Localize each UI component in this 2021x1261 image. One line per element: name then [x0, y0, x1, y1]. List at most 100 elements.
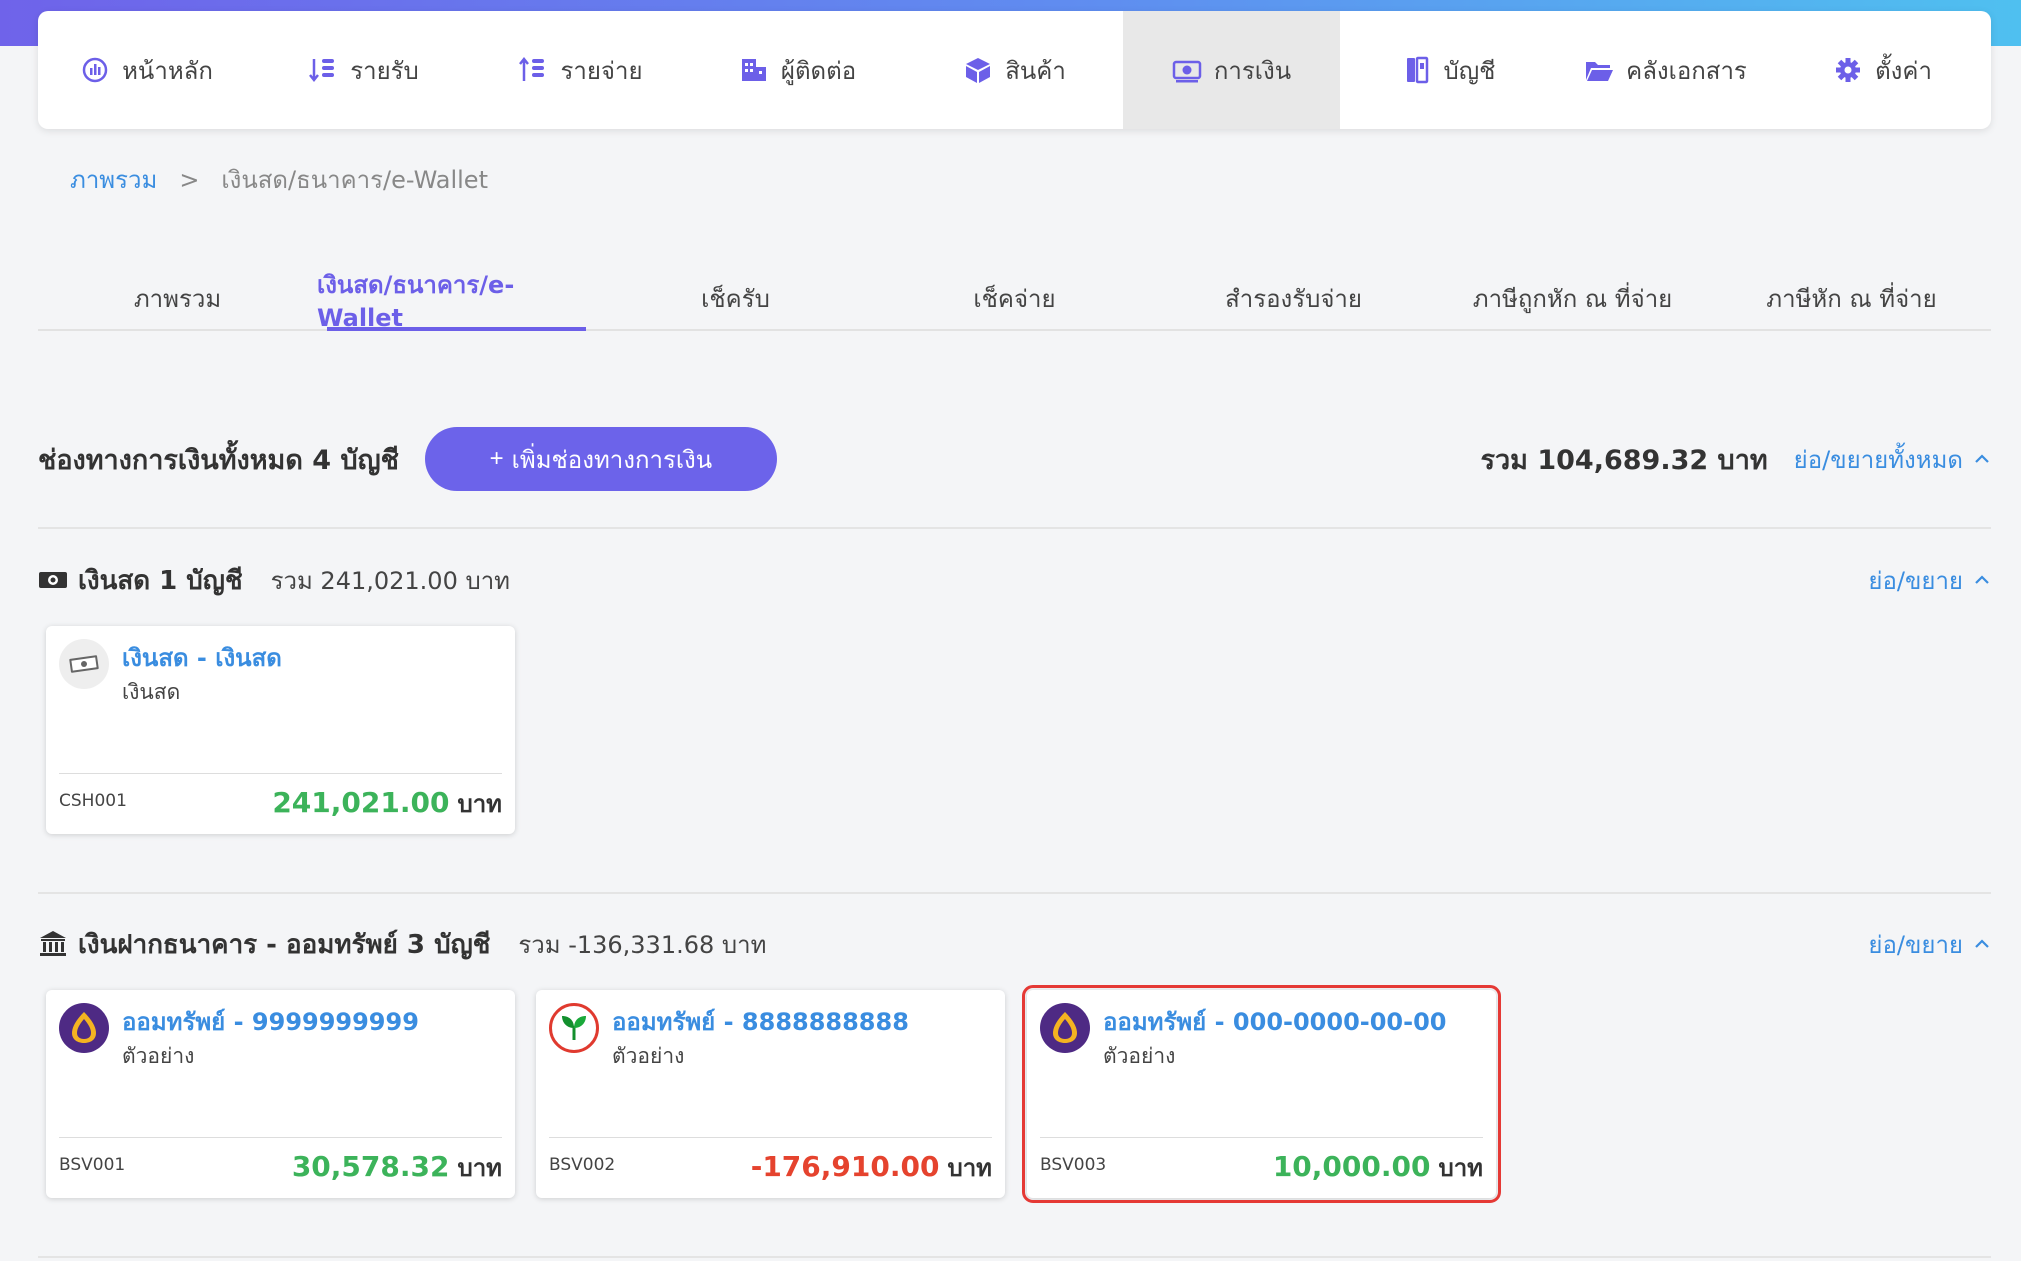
account-name: เงินสด - เงินสด	[122, 644, 282, 672]
kbank-logo	[549, 1003, 599, 1053]
tab-petty-cash[interactable]: สำรองรับจ่าย	[1154, 268, 1433, 329]
tab-tax-withheld-paid[interactable]: ภาษีหัก ณ ที่จ่าย	[1712, 268, 1991, 329]
chevron-up-icon	[1975, 454, 1989, 463]
nav-label: ตั้งค่า	[1875, 56, 1932, 85]
bank-section-toggle[interactable]: ย่อ/ขยาย	[1868, 925, 1991, 964]
account-card-bsv002[interactable]: ออมทรัพย์ - 8888888888 ตัวอย่าง BSV002 -…	[536, 990, 1005, 1198]
nav-label: หน้าหลัก	[122, 56, 213, 85]
account-code: CSH001	[59, 791, 127, 811]
account-balance: -176,910.00 บาท	[751, 1148, 992, 1187]
card-divider	[1040, 1137, 1483, 1138]
tab-overview[interactable]: ภาพรวม	[38, 268, 317, 329]
tab-cheque-paid[interactable]: เช็คจ่าย	[875, 268, 1154, 329]
nav-item-expense[interactable]: รายจ่าย	[472, 11, 689, 129]
main-navbar: หน้าหลัก รายรับ รายจ่าย ผู้ติดต่อ สินค้า…	[38, 11, 1991, 129]
nav-item-products[interactable]: สินค้า	[906, 11, 1123, 129]
account-subtitle: เงินสด	[122, 680, 181, 704]
account-code: BSV001	[59, 1155, 126, 1175]
cash-section-toggle[interactable]: ย่อ/ขยาย	[1868, 561, 1991, 600]
tab-cheque-received[interactable]: เช็ครับ	[596, 268, 875, 329]
chevron-up-icon	[1975, 939, 1989, 948]
account-subtitle: ตัวอย่าง	[612, 1044, 685, 1068]
breadcrumb-separator: >	[179, 165, 200, 194]
account-card-bsv001[interactable]: ออมทรัพย์ - 9999999999 ตัวอย่าง BSV001 3…	[46, 990, 515, 1198]
nav-item-home[interactable]: หน้าหลัก	[38, 11, 255, 129]
currency-unit: บาท	[947, 1154, 992, 1182]
income-icon	[308, 55, 338, 85]
balance-value: 30,578.32	[291, 1150, 450, 1183]
summary-total: รวม 104,689.32 บาท	[1480, 444, 1768, 476]
account-code: BSV002	[549, 1155, 616, 1175]
summary-title: ช่องทางการเงินทั้งหมด 4 บัญชี	[38, 444, 399, 476]
nav-item-accounting[interactable]: บัญชี	[1340, 11, 1557, 129]
nav-label: ผู้ติดต่อ	[780, 56, 857, 85]
account-name: ออมทรัพย์ - 9999999999	[122, 1008, 419, 1036]
collapse-all-label: ย่อ/ขยายทั้งหมด	[1793, 445, 1963, 474]
cash-section-sum: รวม 241,021.00 บาท	[270, 566, 510, 595]
nav-item-documents[interactable]: คลังเอกสาร	[1557, 11, 1774, 129]
nav-item-income[interactable]: รายรับ	[255, 11, 472, 129]
cash-section-header: เงินสด 1 บัญชี รวม 241,021.00 บาท ย่อ/ขย…	[38, 558, 1991, 602]
add-payment-channel-button[interactable]: + เพิ่มช่องทางการเงิน	[424, 427, 777, 491]
balance-value: 10,000.00	[1272, 1150, 1431, 1183]
nav-label: คลังเอกสาร	[1626, 56, 1747, 85]
account-balance: 241,021.00 บาท	[272, 784, 502, 823]
balance-value: 241,021.00	[272, 786, 450, 819]
breadcrumb-current: เงินสด/ธนาคาร/e-Wallet	[221, 166, 488, 194]
account-card-cash[interactable]: เงินสด - เงินสด เงินสด CSH001 241,021.00…	[46, 626, 515, 834]
nav-label: รายจ่าย	[560, 56, 643, 85]
account-name: ออมทรัพย์ - 8888888888	[612, 1008, 909, 1036]
toggle-label: ย่อ/ขยาย	[1868, 566, 1963, 595]
nav-label: บัญชี	[1443, 56, 1496, 85]
cash-icon	[39, 572, 67, 588]
card-divider	[549, 1137, 992, 1138]
currency-unit: บาท	[457, 790, 502, 818]
tab-tax-withheld-received[interactable]: ภาษีถูกหัก ณ ที่จ่าย	[1433, 268, 1712, 329]
folder-icon	[1584, 55, 1614, 85]
nav-label: รายรับ	[350, 56, 419, 85]
chevron-up-icon	[1975, 575, 1989, 584]
nav-item-contacts[interactable]: ผู้ติดต่อ	[689, 11, 906, 129]
cash-section-title: เงินสด 1 บัญชี	[78, 565, 243, 596]
currency-unit: บาท	[1438, 1154, 1483, 1182]
card-divider	[59, 773, 502, 774]
contacts-icon	[739, 55, 769, 85]
toggle-label: ย่อ/ขยาย	[1868, 930, 1963, 959]
nav-label: สินค้า	[1005, 56, 1066, 85]
breadcrumb-root-link[interactable]: ภาพรวม	[70, 160, 157, 199]
balance-value: -176,910.00	[750, 1150, 940, 1183]
account-subtitle: ตัวอย่าง	[1103, 1044, 1176, 1068]
nav-item-finance[interactable]: การเงิน	[1123, 11, 1340, 129]
bank-section-sum: รวม -136,331.68 บาท	[518, 930, 767, 959]
ledger-icon	[1402, 55, 1432, 85]
currency-unit: บาท	[457, 1154, 502, 1182]
account-name: ออมทรัพย์ - 000-0000-00-00	[1103, 1008, 1447, 1036]
nav-item-settings[interactable]: ตั้งค่า	[1774, 11, 1991, 129]
breadcrumb: ภาพรวม > เงินสด/ธนาคาร/e-Wallet	[70, 160, 488, 199]
divider	[38, 527, 1991, 529]
money-icon	[1172, 55, 1202, 85]
tab-cash-bank-ewallet[interactable]: เงินสด/ธนาคาร/e-Wallet	[317, 268, 596, 332]
bank-section-header: เงินฝากธนาคาร - ออมทรัพย์ 3 บัญชี รวม -1…	[38, 922, 1991, 966]
expense-icon	[518, 55, 548, 85]
divider	[38, 892, 1991, 894]
plus-icon: +	[489, 445, 504, 472]
divider	[38, 1256, 1991, 1258]
scb-logo	[1040, 1003, 1090, 1053]
add-button-label: เพิ่มช่องทางการเงิน	[511, 446, 713, 474]
gear-icon	[1833, 55, 1863, 85]
account-balance: 30,578.32 บาท	[292, 1148, 502, 1187]
bank-icon	[40, 931, 66, 956]
summary-row: ช่องทางการเงินทั้งหมด 4 บัญชี + เพิ่มช่อ…	[38, 426, 1991, 492]
account-card-bsv003[interactable]: ออมทรัพย์ - 000-0000-00-00 ตัวอย่าง BSV0…	[1022, 985, 1501, 1203]
nav-label: การเงิน	[1213, 56, 1292, 85]
card-divider	[59, 1137, 502, 1138]
account-balance: 10,000.00 บาท	[1273, 1148, 1483, 1187]
account-subtitle: ตัวอย่าง	[122, 1044, 195, 1068]
box-icon	[963, 55, 993, 85]
dashboard-icon	[80, 55, 110, 85]
scb-logo	[59, 1003, 109, 1053]
collapse-all-toggle[interactable]: ย่อ/ขยายทั้งหมด	[1794, 440, 1991, 479]
finance-tabs: ภาพรวม เงินสด/ธนาคาร/e-Wallet เช็ครับ เช…	[38, 268, 1991, 332]
account-code: BSV003	[1040, 1155, 1107, 1175]
